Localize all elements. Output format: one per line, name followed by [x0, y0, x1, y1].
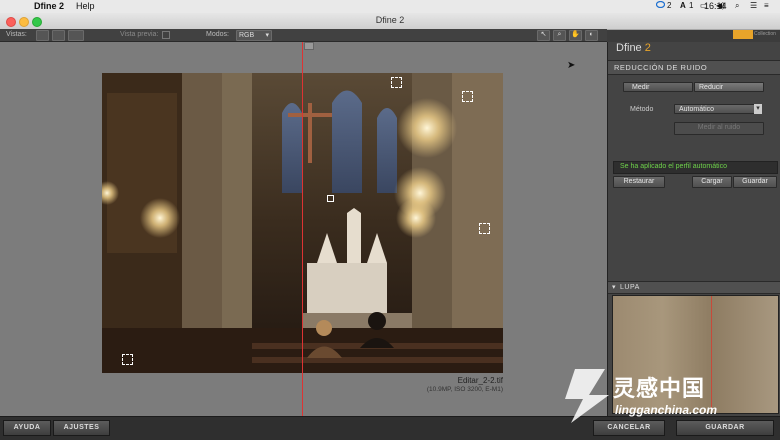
adobe-badge: 1 — [689, 1, 694, 10]
watermark-logo-icon — [565, 369, 609, 423]
clock: 16:14 — [704, 1, 727, 11]
cloud-status-icon[interactable] — [655, 0, 666, 10]
view-toolbar: Vistas: Vista previa: Modos: RGB ▾ ↖ ⌕ ✋… — [0, 29, 607, 42]
loupe-marker[interactable] — [122, 354, 133, 365]
triangle-down-icon: ▾ — [612, 284, 616, 291]
help-button[interactable]: AYUDA — [3, 420, 51, 436]
window-title: Dfine 2 — [375, 15, 405, 25]
method-select-value: Automático — [679, 106, 715, 113]
loupe-marker[interactable] — [479, 223, 490, 234]
load-button[interactable]: Cargar — [692, 176, 732, 188]
modes-label: Modos: — [206, 31, 229, 38]
collection-badge: Collection — [754, 31, 776, 37]
image-info: (10.9MP, ISO 3200, E-M1) — [426, 386, 503, 393]
loupe-header[interactable]: ▾ LUPA — [608, 281, 780, 294]
reduce-tab[interactable]: Reducir — [694, 82, 764, 92]
chevron-down-icon[interactable]: ▾ — [754, 104, 762, 114]
collection-logo — [733, 30, 753, 39]
side-by-side-view-button[interactable] — [68, 30, 84, 41]
measure-tab[interactable]: Medir — [623, 82, 693, 92]
chevron-down-icon: ▾ — [265, 32, 269, 39]
save-settings-button[interactable]: Guardar — [733, 176, 777, 188]
hand-tool-icon[interactable]: ✋ — [569, 30, 582, 41]
image-filename: Editar_2-2.tif — [457, 376, 503, 385]
preview-checkbox[interactable] — [162, 31, 170, 39]
noise-reduction-header[interactable]: REDUCCIÓN DE RUIDO — [608, 60, 780, 75]
site-watermark: 灵感中国 lingganchina.com — [555, 365, 780, 425]
preview-label: Vista previa: — [120, 31, 159, 38]
split-view-button[interactable] — [52, 30, 65, 41]
search-icon[interactable]: ⌕ — [735, 1, 739, 11]
split-divider[interactable] — [302, 42, 303, 416]
loupe-marker[interactable] — [462, 91, 473, 102]
mouse-cursor-icon: ➤ — [567, 60, 576, 71]
menu-help[interactable]: Help — [76, 1, 95, 11]
watermark-url: lingganchina.com — [615, 403, 718, 417]
method-select[interactable]: Automático — [674, 104, 762, 114]
cloud-status-count: 2 — [667, 1, 672, 10]
loupe-marker[interactable] — [391, 77, 402, 88]
settings-button[interactable]: AJUSTES — [53, 420, 110, 436]
mode-select-value: RGB — [239, 32, 255, 39]
measure-point[interactable] — [327, 195, 334, 202]
status-bar: Se ha aplicado el perfil automático — [613, 161, 778, 174]
loupe-title: LUPA — [620, 284, 640, 291]
status-message: Se ha aplicado el perfil automático — [620, 163, 728, 170]
split-handle[interactable] — [304, 42, 314, 50]
adobe-icon[interactable]: A — [680, 1, 686, 10]
section-title: REDUCCIÓN DE RUIDO — [614, 63, 708, 72]
manual-measure-button[interactable]: Medir al ruido — [674, 122, 764, 135]
brand-title: Dfine 2 — [616, 42, 651, 54]
menu-bar: Dfine 2 Help 2 A 1 ▭ ◀) 16:14 ⌕ ☰ ≡ — [0, 0, 780, 14]
brand-name: Dfine — [616, 42, 642, 54]
notification-icon[interactable]: ☰ — [750, 1, 757, 10]
single-view-button[interactable] — [36, 30, 49, 41]
brand-version: 2 — [644, 42, 651, 54]
vistas-label: Vistas: — [6, 31, 27, 38]
background-tool-icon[interactable]: ◐ — [585, 30, 598, 41]
zoom-tool-icon[interactable]: ⌕ — [553, 30, 566, 41]
pointer-tool-icon[interactable]: ↖ — [537, 30, 550, 41]
method-label: Método — [630, 106, 654, 113]
watermark-brand: 灵感中国 — [613, 376, 706, 401]
window-title-bar: Dfine 2 — [0, 13, 780, 30]
mode-select[interactable]: RGB ▾ — [236, 30, 272, 41]
menu-app-name[interactable]: Dfine 2 — [34, 1, 64, 11]
menu-list-icon[interactable]: ≡ — [764, 1, 769, 10]
restore-button[interactable]: Restaurar — [613, 176, 665, 188]
control-panel: Collection Dfine 2 REDUCCIÓN DE RUIDO Me… — [607, 30, 780, 416]
